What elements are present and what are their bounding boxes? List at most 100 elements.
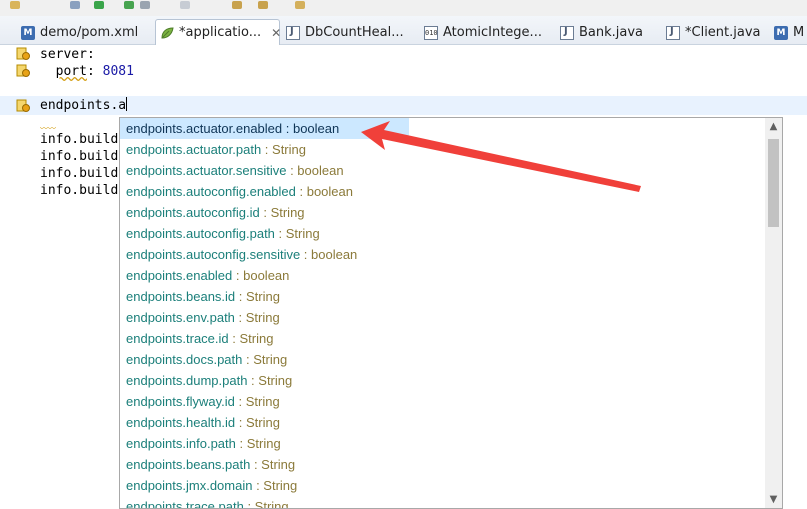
tab-dbcounthealth[interactable]: DbCountHeal...	[282, 21, 410, 44]
proposal-type: : String	[250, 457, 296, 472]
tab-overflow-maven[interactable]: M M	[770, 21, 807, 44]
content-assist-popup[interactable]: endpoints.actuator.enabled : boolean endp…	[119, 117, 783, 509]
proposal-type: : String	[259, 205, 305, 220]
proposal-name: beans.id	[186, 289, 236, 304]
proposal-item[interactable]: endpoints.actuator.sensitive : boolean	[120, 160, 765, 181]
refresh-icon[interactable]	[124, 1, 134, 9]
proposal-type: : boolean	[286, 163, 344, 178]
tab-client-java[interactable]: *Client.java	[662, 21, 767, 44]
tab-pom-xml[interactable]: M demo/pom.xml	[17, 21, 144, 44]
proposal-type: : String	[228, 331, 274, 346]
tab-application-yml[interactable]: *applicatio... ✕	[155, 19, 281, 45]
proposal-prefix: endpoints.a	[126, 121, 194, 136]
proposal-item[interactable]: endpoints.flyway.id : String	[120, 391, 765, 412]
forward-icon[interactable]	[258, 1, 268, 9]
proposal-name: env.path	[186, 310, 235, 325]
proposal-item[interactable]: endpoints.autoconfig.path : String	[120, 223, 765, 244]
proposal-item[interactable]: endpoints.jmx.domain : String	[120, 475, 765, 496]
proposal-prefix: endpoints.a	[126, 163, 194, 178]
proposal-scrollbar[interactable]: ▲ ▼	[765, 118, 782, 508]
copy-icon[interactable]	[180, 1, 190, 9]
proposal-type: : String	[242, 352, 288, 367]
proposal-type: : String	[247, 373, 293, 388]
proposal-item[interactable]: endpoints.enabled : boolean	[120, 265, 765, 286]
java-file-icon	[666, 25, 680, 40]
proposal-item[interactable]: endpoints.beans.id : String	[120, 286, 765, 307]
proposal-name: health.id	[186, 415, 236, 430]
proposal-type: : boolean	[295, 184, 354, 199]
proposal-name: trace.path	[186, 499, 244, 509]
tab-bank-java[interactable]: Bank.java	[556, 21, 649, 44]
proposal-name: enabled	[186, 268, 233, 283]
code-line: info.build	[40, 149, 119, 164]
proposal-prefix: endpoints.	[126, 436, 186, 451]
warning-marker-icon[interactable]	[16, 63, 30, 77]
warning-marker-icon[interactable]	[16, 46, 30, 60]
tab-label: *applicatio...	[179, 25, 262, 40]
proposal-item[interactable]: endpoints.autoconfig.sensitive : boolean	[120, 244, 765, 265]
proposal-prefix: endpoints.	[126, 457, 186, 472]
tab-atomicinteger[interactable]: 010 AtomicIntege...	[420, 21, 548, 44]
proposal-type: : boolean	[300, 247, 358, 262]
code-line-current: endpoints.a	[40, 97, 128, 114]
maven-icon: M	[774, 25, 788, 40]
class-file-icon: 010	[424, 25, 438, 40]
close-icon[interactable]: ✕	[271, 26, 281, 40]
scroll-down-button[interactable]: ▼	[765, 491, 782, 508]
proposal-prefix: endpoints.	[126, 268, 186, 283]
proposal-item[interactable]: endpoints.trace.id : String	[120, 328, 765, 349]
proposal-name: utoconfig.path	[193, 226, 275, 241]
proposal-item[interactable]: endpoints.health.id : String	[120, 412, 765, 433]
tab-label: Bank.java	[579, 25, 644, 40]
proposal-item[interactable]: endpoints.docs.path : String	[120, 349, 765, 370]
tab-label: DbCountHeal...	[305, 25, 404, 40]
proposal-prefix: endpoints.	[126, 310, 186, 325]
proposal-type: : String	[234, 310, 280, 325]
open-folder-icon[interactable]	[10, 1, 20, 9]
proposal-item[interactable]: endpoints.autoconfig.id : String	[120, 202, 765, 223]
proposal-list[interactable]: endpoints.actuator.enabled : boolean endp…	[120, 118, 765, 509]
code-line: port: 8081	[40, 63, 134, 80]
nav-icon[interactable]	[295, 1, 305, 9]
proposal-prefix: endpoints.a	[126, 184, 194, 199]
proposal-type: : String	[235, 415, 280, 430]
proposal-item[interactable]: endpoints.env.path : String	[120, 307, 765, 328]
proposal-name: info.path	[186, 436, 236, 451]
proposal-prefix: endpoints.a	[126, 247, 194, 262]
editor-tab-bar: M demo/pom.xml *applicatio... ✕ DbCountH…	[0, 16, 807, 45]
maven-icon: M	[21, 25, 35, 40]
proposal-name: ctuator.enabled	[193, 121, 283, 136]
proposal-prefix: endpoints.a	[126, 226, 194, 241]
proposal-item[interactable]: endpoints.info.path : String	[120, 433, 765, 454]
yaml-value: 8081	[102, 64, 134, 79]
proposal-item[interactable]: endpoints.actuator.path : String	[120, 139, 765, 160]
proposal-item[interactable]: endpoints.beans.path : String	[120, 454, 765, 475]
proposal-prefix: endpoints.	[126, 415, 186, 430]
text-caret	[126, 97, 128, 111]
search-icon[interactable]	[70, 1, 80, 9]
proposal-item[interactable]: endpoints.actuator.enabled : boolean	[120, 118, 409, 139]
proposal-name: utoconfig.enabled	[193, 184, 296, 199]
code-line: info.build	[40, 183, 119, 198]
proposal-name: flyway.id	[186, 394, 235, 409]
proposal-item[interactable]: endpoints.autoconfig.enabled : boolean	[120, 181, 765, 202]
proposal-prefix: endpoints.	[126, 331, 186, 346]
proposal-name: ctuator.sensitive	[193, 163, 287, 178]
proposal-item[interactable]: endpoints.dump.path : String	[120, 370, 765, 391]
back-icon[interactable]	[232, 1, 242, 9]
scroll-thumb[interactable]	[768, 139, 779, 227]
proposal-prefix: endpoints.	[126, 289, 186, 304]
yaml-separator: :	[86, 64, 103, 79]
tab-label: demo/pom.xml	[40, 25, 139, 40]
proposal-name: utoconfig.sensitive	[193, 247, 301, 262]
tab-label: AtomicIntege...	[443, 25, 542, 40]
run-icon[interactable]	[94, 1, 104, 9]
proposal-type: : String	[235, 289, 280, 304]
proposal-item[interactable]: endpoints.trace.path : String	[120, 496, 765, 509]
warning-marker-icon[interactable]	[16, 98, 30, 112]
dropdown-icon[interactable]	[140, 1, 150, 9]
proposal-name: utoconfig.id	[193, 205, 260, 220]
scroll-up-button[interactable]: ▲	[765, 118, 782, 135]
code-line: server:	[40, 47, 95, 62]
